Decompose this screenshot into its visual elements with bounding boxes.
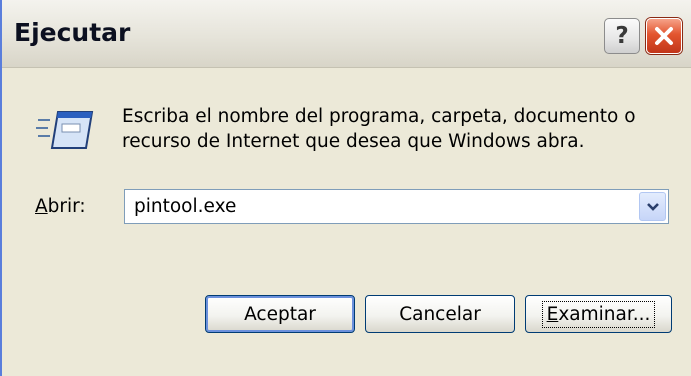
- dropdown-button[interactable]: [639, 192, 666, 221]
- window-title: Ejecutar: [14, 18, 131, 47]
- title-bar[interactable]: Ejecutar ?: [2, 0, 691, 68]
- browse-button[interactable]: Examinar...: [525, 295, 672, 333]
- help-icon: ?: [615, 22, 629, 49]
- instructions: Escriba el nombre del programa, carpeta,…: [122, 104, 682, 154]
- run-dialog: Ejecutar ? Escriba el nombre del program…: [0, 0, 691, 376]
- open-combobox[interactable]: pintool.exe: [124, 189, 669, 224]
- browse-focus-rect: Examinar...: [541, 300, 656, 328]
- chevron-down-icon: [646, 202, 659, 211]
- open-label: Abrir:: [35, 196, 86, 217]
- open-label-accelerator: A: [35, 196, 48, 217]
- help-button[interactable]: ?: [604, 18, 640, 54]
- cancel-button[interactable]: Cancelar: [365, 295, 515, 333]
- browse-accelerator: E: [546, 303, 559, 325]
- open-label-text: brir:: [47, 196, 86, 217]
- close-icon: [655, 27, 673, 45]
- browse-label: xaminar...: [558, 303, 651, 325]
- instructions-line-2: recurso de Internet que desea que Window…: [122, 131, 585, 152]
- close-button[interactable]: [646, 18, 682, 54]
- run-icon: [36, 111, 94, 149]
- instructions-line-1: Escriba el nombre del programa, carpeta,…: [122, 106, 636, 127]
- ok-button[interactable]: Aceptar: [205, 295, 355, 333]
- open-input[interactable]: pintool.exe: [134, 196, 236, 217]
